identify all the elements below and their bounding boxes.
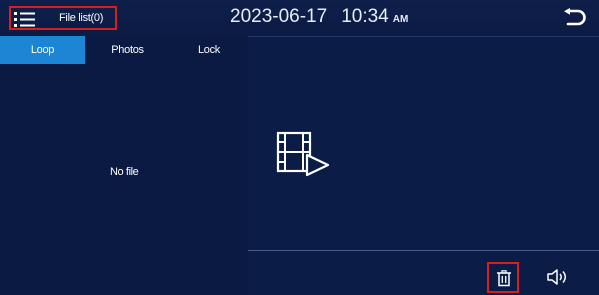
time-text: 10:34 xyxy=(341,6,389,27)
file-list-button[interactable]: File list(0) xyxy=(9,6,117,30)
toolbar-divider xyxy=(248,250,599,251)
tab-photos[interactable]: Photos xyxy=(85,36,170,64)
preview-panel xyxy=(248,37,599,295)
file-list-panel: Loop Photos Lock No file xyxy=(0,36,248,295)
delete-button[interactable] xyxy=(487,262,519,293)
app-screen: File list(0) 2023-06-17 10:34 AM Loop Ph… xyxy=(0,0,599,295)
date-text: 2023-06-17 xyxy=(230,6,328,27)
trash-icon xyxy=(497,270,511,287)
video-file-icon xyxy=(276,131,332,177)
file-list-label: File list(0) xyxy=(59,12,104,24)
tab-loop[interactable]: Loop xyxy=(0,36,85,64)
tab-lock[interactable]: Lock xyxy=(170,36,248,64)
back-button[interactable] xyxy=(563,8,587,28)
volume-button[interactable] xyxy=(546,268,570,286)
datetime-display: 2023-06-17 10:34 AM xyxy=(230,6,408,28)
back-arrow-icon xyxy=(564,8,586,26)
header-bar: File list(0) 2023-06-17 10:34 AM xyxy=(0,0,599,36)
speaker-icon xyxy=(547,269,566,285)
list-menu-icon xyxy=(14,11,36,28)
tab-bar: Loop Photos Lock xyxy=(0,36,248,66)
empty-list-message: No file xyxy=(110,166,139,178)
ampm-text: AM xyxy=(392,14,409,25)
